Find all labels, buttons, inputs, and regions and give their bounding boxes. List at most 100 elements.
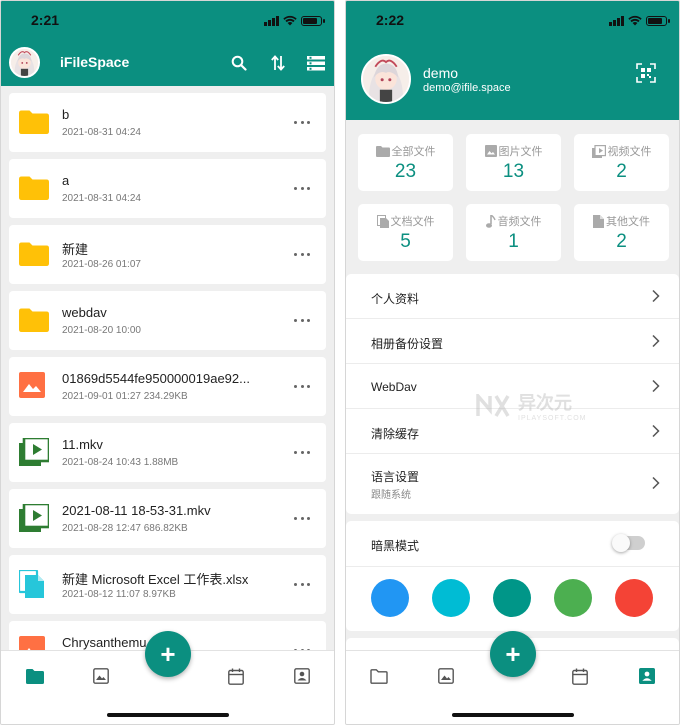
stat-card[interactable]: 文档文件 5 xyxy=(358,204,453,261)
file-meta: 2021-08-26 01:07 xyxy=(62,259,141,270)
file-meta: 2021-09-01 01:27 234.29KB xyxy=(62,391,188,402)
theme-color-swatch[interactable] xyxy=(554,579,592,617)
file-name: webdav xyxy=(62,305,107,320)
stat-card[interactable]: 全部文件 23 xyxy=(358,134,453,191)
file-list-item[interactable]: 新建 Microsoft Excel 工作表.xlsx 2021-08-12 11… xyxy=(9,555,326,614)
stat-card[interactable]: 图片文件 13 xyxy=(466,134,561,191)
user-avatar[interactable] xyxy=(9,47,40,78)
stat-value: 13 xyxy=(502,161,525,182)
folder-icon xyxy=(19,108,49,136)
nav-calendar-icon[interactable] xyxy=(225,665,247,687)
file-name: b xyxy=(62,107,70,122)
divider xyxy=(346,566,679,567)
document-file-icon xyxy=(17,568,49,598)
other-file-icon xyxy=(593,214,604,228)
wifi-icon xyxy=(283,15,297,26)
menu-item-label: 相册备份设置 xyxy=(371,337,444,351)
add-fab-button[interactable]: + xyxy=(145,631,191,677)
sort-icon[interactable] xyxy=(267,52,289,74)
chevron-right-icon xyxy=(651,334,661,348)
file-meta: 2021-08-31 04:24 xyxy=(62,127,141,138)
watermark-logo xyxy=(476,393,510,417)
more-options-icon[interactable] xyxy=(294,511,310,525)
stat-label: 其他文件 xyxy=(606,216,650,228)
nav-files-icon[interactable] xyxy=(24,665,46,687)
more-options-icon[interactable] xyxy=(294,445,310,459)
battery-icon xyxy=(646,15,670,26)
folder-icon xyxy=(19,306,49,334)
phone-file-list-screen: 2:21 iFileSpace b 2021-08-31 04:24 a 2021-0… xyxy=(0,0,335,725)
menu-item[interactable]: 语言设置 跟随系统 xyxy=(346,454,679,514)
profile-header: demo demo@ifile.space xyxy=(346,41,679,120)
more-options-icon[interactable] xyxy=(294,181,310,195)
file-list-item[interactable]: 2021-08-11 18-53-31.mkv 2021-08-28 12:47 … xyxy=(9,489,326,548)
file-list-item[interactable]: 新建 2021-08-26 01:07 xyxy=(9,225,326,284)
file-list-item[interactable]: 01869d5544fe950000019ae92... 2021-09-01 0… xyxy=(9,357,326,416)
status-time: 2:21 xyxy=(31,12,60,28)
add-fab-button[interactable]: + xyxy=(490,631,536,677)
stat-label: 全部文件 xyxy=(391,146,436,158)
stat-card[interactable]: 其他文件 2 xyxy=(574,204,669,261)
theme-color-swatch[interactable] xyxy=(493,579,531,617)
theme-color-swatch[interactable] xyxy=(615,579,653,617)
menu-item[interactable]: 个人资料 xyxy=(346,274,679,319)
list-view-icon[interactable] xyxy=(305,52,327,74)
app-title: iFileSpace xyxy=(60,54,130,70)
status-time: 2:22 xyxy=(376,12,405,28)
watermark-subtitle: IPLAYSOFT.COM xyxy=(518,415,587,422)
music-icon xyxy=(485,214,496,228)
more-options-icon[interactable] xyxy=(294,379,310,393)
menu-item-label: WebDav xyxy=(371,380,417,394)
nav-profile-icon[interactable] xyxy=(636,665,658,687)
chevron-right-icon xyxy=(651,424,661,438)
home-indicator xyxy=(107,713,229,717)
more-options-icon[interactable] xyxy=(294,577,310,591)
theme-color-swatch[interactable] xyxy=(371,579,409,617)
file-name: 新建 Microsoft Excel 工作表.xlsx xyxy=(62,572,249,587)
stat-label: 图片文件 xyxy=(498,146,543,158)
menu-item-label: 清除缓存 xyxy=(371,427,420,441)
search-icon[interactable] xyxy=(228,52,250,74)
menu-item-label: 个人资料 xyxy=(371,292,420,306)
folder-icon xyxy=(19,240,49,268)
nav-calendar-icon[interactable] xyxy=(569,665,591,687)
status-icons xyxy=(609,15,670,26)
stat-value: 2 xyxy=(616,161,627,182)
stat-label: 视频文件 xyxy=(607,146,652,158)
folder-icon xyxy=(19,174,49,202)
stat-value: 23 xyxy=(394,161,417,182)
file-name: 2021-08-11 18-53-31.mkv xyxy=(62,503,211,518)
dark-mode-toggle[interactable] xyxy=(612,534,645,552)
theme-color-swatch[interactable] xyxy=(432,579,470,617)
phone-profile-screen: 2:22 demo demo@ifile.space 全部文件 23 图片文件 13 视… xyxy=(345,0,680,725)
file-list-item[interactable]: webdav 2021-08-20 10:00 xyxy=(9,291,326,350)
file-name: Chrysanthemu xyxy=(62,635,147,650)
stat-card[interactable]: 视频文件 2 xyxy=(574,134,669,191)
chevron-right-icon xyxy=(651,476,661,490)
file-meta: 2021-08-12 11:07 8.97KB xyxy=(62,589,176,600)
nav-images-icon[interactable] xyxy=(90,665,112,687)
more-options-icon[interactable] xyxy=(294,247,310,261)
stat-card[interactable]: 音频文件 1 xyxy=(466,204,561,261)
stat-value: 2 xyxy=(616,231,627,252)
more-options-icon[interactable] xyxy=(294,313,310,327)
wifi-icon xyxy=(628,15,642,26)
more-options-icon[interactable] xyxy=(294,115,310,129)
file-list-item[interactable]: b 2021-08-31 04:24 xyxy=(9,93,326,152)
file-name: 新建 xyxy=(62,242,89,257)
signal-icon xyxy=(264,15,279,26)
folder-icon xyxy=(375,145,390,157)
nav-files-icon[interactable] xyxy=(368,665,390,687)
chevron-right-icon xyxy=(651,289,661,303)
signal-icon xyxy=(609,15,624,26)
video-file-icon xyxy=(19,436,51,466)
qr-scan-icon[interactable] xyxy=(636,63,656,83)
nav-profile-icon[interactable] xyxy=(291,665,313,687)
menu-item-label: 语言设置 xyxy=(371,470,420,484)
dark-mode-label: 暗黑模式 xyxy=(371,539,420,553)
menu-item[interactable]: 相册备份设置 xyxy=(346,319,679,364)
user-avatar[interactable] xyxy=(361,54,411,104)
nav-images-icon[interactable] xyxy=(435,665,457,687)
file-list-item[interactable]: 11.mkv 2021-08-24 10:43 1.88MB xyxy=(9,423,326,482)
file-list-item[interactable]: a 2021-08-31 04:24 xyxy=(9,159,326,218)
